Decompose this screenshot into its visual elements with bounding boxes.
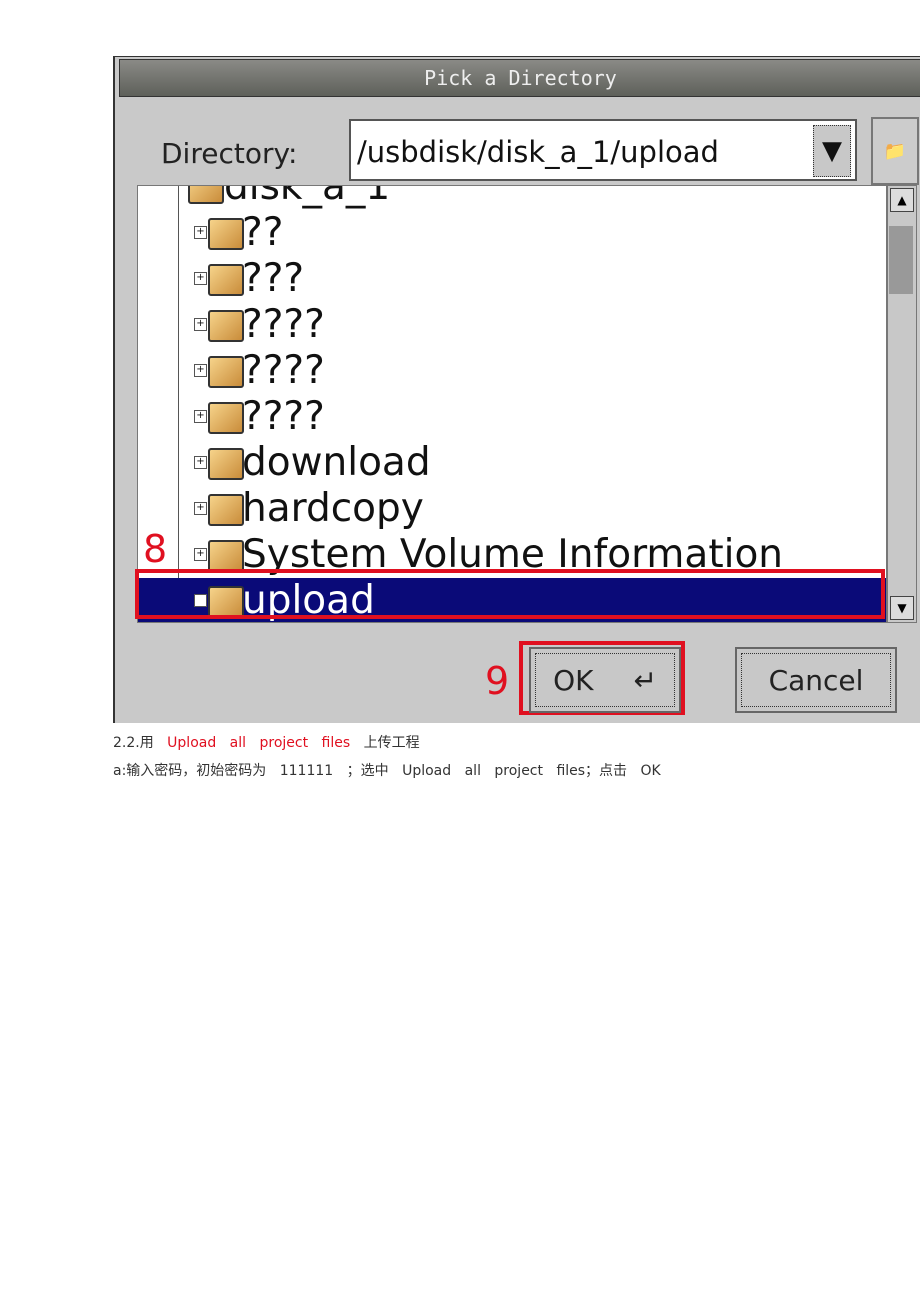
directory-value: /usbdisk/disk_a_1/upload: [357, 135, 719, 169]
expand-icon[interactable]: +: [194, 226, 207, 239]
instruction-text: a:输入密码，初始密码为 111111 ；选中 Upload all proje…: [113, 763, 661, 779]
expand-icon[interactable]: +: [194, 364, 207, 377]
scrollbar[interactable]: ▲ ▼: [887, 185, 917, 623]
step-8-label: 8: [143, 527, 168, 571]
cancel-button[interactable]: Cancel: [735, 647, 897, 713]
section-heading: 2.2.用 Upload all project files 上传工程: [113, 732, 420, 752]
tree-item-label: ??: [242, 210, 284, 255]
directory-label: Directory:: [161, 137, 298, 170]
folder-icon: [208, 402, 244, 434]
heading-highlight: Upload all project files: [167, 735, 351, 751]
expand-icon[interactable]: +: [194, 272, 207, 285]
folder-icon: [208, 540, 244, 572]
expand-icon[interactable]: +: [194, 318, 207, 331]
scroll-thumb[interactable]: [889, 226, 913, 294]
highlight-box-step8: [135, 569, 885, 619]
folder-icon: [208, 448, 244, 480]
dropdown-arrow-icon[interactable]: ▼: [813, 125, 851, 177]
new-folder-icon[interactable]: 📁: [871, 117, 919, 185]
scroll-down-icon[interactable]: ▼: [890, 596, 914, 620]
tree-item-parent[interactable]: disk_a_1: [138, 186, 886, 210]
scroll-up-icon[interactable]: ▲: [890, 188, 914, 212]
tree-item[interactable]: +???: [138, 256, 886, 302]
tree-item[interactable]: +????: [138, 394, 886, 440]
folder-icon: [208, 356, 244, 388]
dialog-title: Pick a Directory: [119, 59, 920, 97]
dialog-screenshot: Pick a Directory Directory: /usbdisk/dis…: [113, 56, 920, 723]
tree-item-label: hardcopy: [242, 486, 424, 531]
expand-icon[interactable]: +: [194, 548, 207, 561]
tree-item[interactable]: +????: [138, 348, 886, 394]
tree-item[interactable]: +??: [138, 210, 886, 256]
ok-button[interactable]: OK ↵: [529, 647, 681, 713]
directory-combo[interactable]: /usbdisk/disk_a_1/upload ▼: [349, 119, 857, 181]
tree-item-label: ????: [242, 348, 325, 393]
tree-item-label: ???: [242, 256, 305, 301]
tree-item-label: ????: [242, 302, 325, 347]
tree-item[interactable]: + hardcopy: [138, 486, 886, 532]
folder-icon: [208, 264, 244, 296]
expand-icon[interactable]: +: [194, 456, 207, 469]
step-9-label: 9: [485, 659, 510, 703]
folder-icon: [188, 186, 224, 204]
folder-icon: [208, 310, 244, 342]
tree-item[interactable]: + download: [138, 440, 886, 486]
tree-item-label: ????: [242, 394, 325, 439]
heading-suffix: 上传工程: [363, 735, 420, 751]
heading-prefix: 2.2.用: [113, 735, 154, 751]
expand-icon[interactable]: +: [194, 410, 207, 423]
directory-tree[interactable]: disk_a_1 +?? +??? +???? +???? +???? + download…: [137, 185, 887, 623]
folder-icon: [208, 218, 244, 250]
tree-item[interactable]: +????: [138, 302, 886, 348]
tree-item-label: download: [242, 440, 431, 485]
folder-icon: [208, 494, 244, 526]
expand-icon[interactable]: +: [194, 502, 207, 515]
